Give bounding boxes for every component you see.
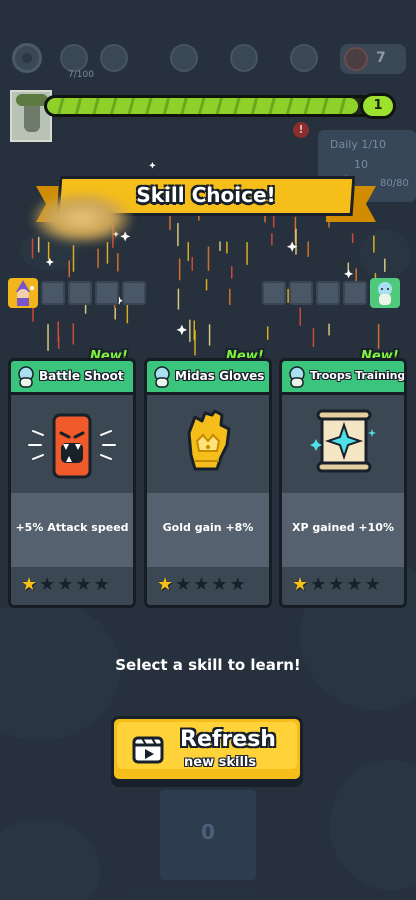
baby-icon: [154, 366, 170, 388]
angry-phone-icon: [28, 413, 116, 479]
star-empty-icon: ★: [310, 574, 327, 595]
gear-icon[interactable]: [12, 43, 42, 73]
card-description: XP gained +10%: [292, 521, 394, 534]
star-empty-icon: ★: [57, 574, 74, 595]
xp-progress-fill: [47, 98, 359, 114]
card-art: [147, 395, 269, 493]
refresh-title: Refresh: [180, 727, 276, 752]
coin-badge: 7: [340, 44, 406, 74]
skill-slot: [343, 281, 367, 305]
video-ad-icon: [132, 736, 164, 764]
card-art: [11, 395, 133, 493]
xp-progress-bar: [44, 95, 374, 117]
skill-slot: [122, 281, 146, 305]
card-title: Battle Shoot: [39, 369, 124, 383]
star-rating: ★ ★ ★ ★ ★: [157, 575, 246, 595]
hud-enemy-faces: [60, 44, 360, 72]
instruction-text: Select a skill to learn!: [115, 656, 301, 674]
card-rating: ★ ★ ★ ★ ★: [11, 567, 133, 605]
coin-count: 7: [376, 50, 386, 66]
scroll-icon: [310, 409, 376, 473]
blurred-region: [32, 192, 132, 244]
hud-progress-text: 7/100: [68, 70, 94, 80]
card-header: Midas Gloves: [147, 361, 269, 395]
left-skill-slots: [8, 278, 146, 308]
star-empty-icon: ★: [364, 574, 381, 595]
star-empty-icon: ★: [346, 574, 363, 595]
star-empty-icon: ★: [39, 574, 56, 595]
card-title: Midas Gloves: [175, 369, 265, 383]
star-empty-icon: ★: [328, 574, 345, 595]
card-art: [282, 395, 404, 493]
card-rating: ★ ★ ★ ★ ★: [282, 567, 404, 605]
skill-slot: [262, 281, 286, 305]
golden-glove-icon: [187, 409, 231, 471]
star-filled-icon: ★: [292, 574, 309, 595]
baby-icon: [289, 366, 305, 388]
skill-slot: [41, 281, 65, 305]
card-header: Battle Shoot: [11, 361, 133, 395]
skill-slot: [316, 281, 340, 305]
daily-label: Daily 1/10: [330, 138, 387, 151]
star-filled-icon: ★: [157, 574, 174, 595]
top-hud: 7/100 7: [0, 40, 416, 80]
star-empty-icon: ★: [93, 574, 110, 595]
star-rating: ★ ★ ★ ★ ★: [292, 575, 381, 595]
refresh-skills-button[interactable]: Refresh new skills: [111, 716, 303, 782]
card-description: +5% Attack speed: [15, 521, 129, 534]
skill-slot: [68, 281, 92, 305]
coin-icon: [344, 47, 368, 71]
baby-hero-icon: [370, 278, 400, 308]
card-title: Troops Training: [310, 369, 406, 382]
bottom-panel: 0: [160, 790, 256, 880]
star-empty-icon: ★: [193, 574, 210, 595]
alert-icon: !: [293, 122, 309, 138]
skill-card-battle-shoot[interactable]: Battle Shoot +5% Attack speed ★ ★ ★ ★ ★: [8, 358, 136, 608]
skill-slot: [95, 281, 119, 305]
skill-card-midas-gloves[interactable]: Midas Gloves Gold gain +8% ★ ★ ★ ★ ★: [144, 358, 272, 608]
refresh-subtitle: new skills: [184, 755, 257, 770]
star-empty-icon: ★: [175, 574, 192, 595]
wizard-hero-icon: [8, 278, 38, 308]
star-filled-icon: ★: [21, 574, 38, 595]
card-rating: ★ ★ ★ ★ ★: [147, 567, 269, 605]
star-empty-icon: ★: [229, 574, 246, 595]
star-empty-icon: ★: [75, 574, 92, 595]
star-rating: ★ ★ ★ ★ ★: [21, 575, 110, 595]
skill-card-troops-training[interactable]: Troops Training XP gained +10% ★ ★ ★ ★ ★: [279, 358, 407, 608]
daily-count: 10: [354, 158, 368, 171]
baby-icon: [18, 366, 34, 388]
daily-total: 80/80: [380, 178, 409, 189]
card-description: Gold gain +8%: [162, 521, 254, 534]
right-skill-slots: [262, 278, 400, 308]
skill-slot: [289, 281, 313, 305]
card-header: Troops Training: [282, 361, 404, 395]
level-badge: 1: [360, 93, 396, 119]
bottom-count: 0: [201, 820, 215, 844]
star-empty-icon: ★: [211, 574, 228, 595]
